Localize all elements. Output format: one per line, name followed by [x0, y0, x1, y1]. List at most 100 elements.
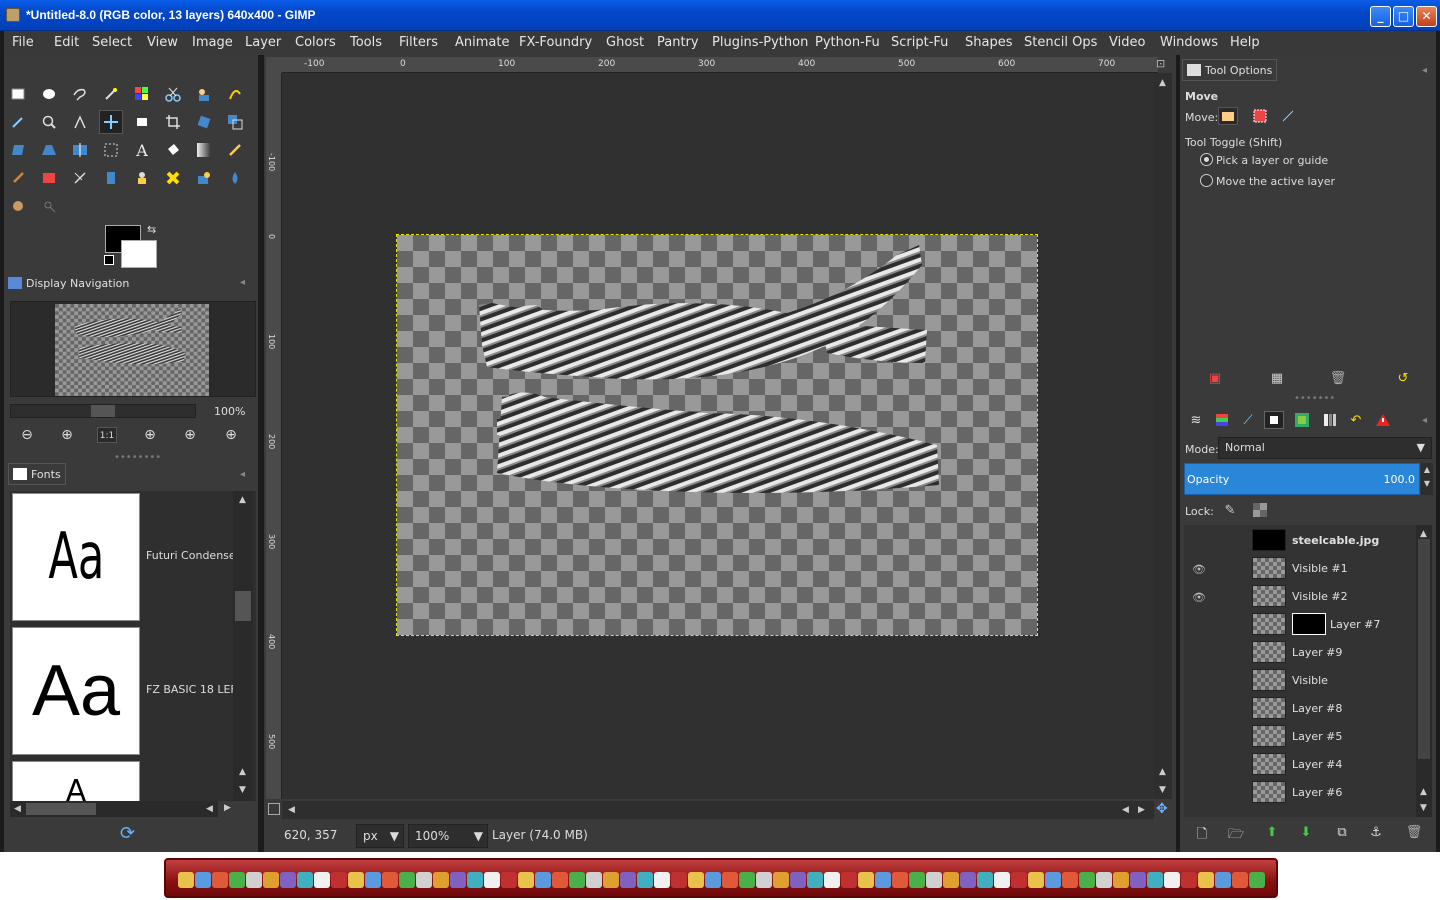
quick-launch-icon[interactable]	[1198, 872, 1214, 888]
quick-launch-icon[interactable]	[569, 872, 585, 888]
quick-launch-icon[interactable]	[1215, 872, 1231, 888]
quick-launch-icon[interactable]	[1249, 872, 1265, 888]
zoom-out-icon[interactable]: ⊖	[17, 427, 37, 443]
quick-launch-icon[interactable]	[535, 872, 551, 888]
blend-tool-icon[interactable]	[192, 138, 216, 162]
gradients-tab-icon[interactable]	[1320, 411, 1340, 429]
quick-launch-icon[interactable]	[654, 872, 670, 888]
horizontal-ruler[interactable]: -100 0 100 200 300 400 500 600 700	[282, 57, 1158, 73]
quick-launch-icon[interactable]	[1181, 872, 1197, 888]
rotate-tool-icon[interactable]	[192, 110, 216, 134]
menu-colors[interactable]: Colors	[295, 35, 336, 50]
reset-tool-options-icon[interactable]: ↺	[1393, 369, 1413, 387]
flip-tool-icon[interactable]	[68, 138, 92, 162]
layer-row[interactable]: 👁 Visible #2	[1184, 583, 1416, 611]
quick-launch-icon[interactable]	[331, 872, 347, 888]
quick-launch-icon[interactable]	[807, 872, 823, 888]
opacity-spinner[interactable]: ▲ ▼	[1421, 463, 1433, 495]
quick-launch-icon[interactable]	[195, 872, 211, 888]
smudge-tool-icon[interactable]	[6, 194, 30, 218]
quick-launch-icon[interactable]	[314, 872, 330, 888]
menu-select[interactable]: Select	[92, 35, 132, 50]
quick-launch-icon[interactable]	[450, 872, 466, 888]
background-color-swatch[interactable]	[121, 240, 157, 268]
measure-tool-icon[interactable]	[68, 110, 92, 134]
bucket-fill-tool-icon[interactable]	[161, 138, 185, 162]
new-layer-group-icon[interactable]: 🗁	[1226, 825, 1246, 843]
layer-row[interactable]: Layer #8	[1184, 695, 1416, 723]
quick-launch-icon[interactable]	[263, 872, 279, 888]
quick-launch-icon[interactable]	[501, 872, 517, 888]
menu-tools[interactable]: Tools	[350, 35, 382, 50]
zoom-in-icon[interactable]: ⊕	[57, 427, 77, 443]
opacity-slider[interactable]: Opacity 100.0	[1184, 463, 1420, 495]
quick-launch-icon[interactable]	[1062, 872, 1078, 888]
lock-pixels-icon[interactable]: ✎	[1220, 501, 1240, 519]
scroll-right-arrow[interactable]: ▶	[224, 803, 231, 813]
menu-shapes[interactable]: Shapes	[965, 35, 1012, 50]
anchor-layer-icon[interactable]: ⚓	[1366, 825, 1386, 843]
quick-launch-icon[interactable]	[1147, 872, 1163, 888]
perspective-clone-tool-icon[interactable]	[192, 166, 216, 190]
blur-sharpen-tool-icon[interactable]	[223, 166, 247, 190]
quick-launch-icon[interactable]	[212, 872, 228, 888]
quick-launch-icon[interactable]	[620, 872, 636, 888]
layers-scrollbar[interactable]: ▲ ▲ ▼	[1416, 525, 1432, 817]
quick-launch-icon[interactable]	[399, 872, 415, 888]
layer-row[interactable]: steelcable.jpg	[1184, 527, 1416, 555]
quick-launch-icon[interactable]	[382, 872, 398, 888]
font-item[interactable]: Aa Futuri Condensed	[10, 491, 243, 621]
quick-launch-icon[interactable]	[671, 872, 687, 888]
quick-launch-icon[interactable]	[348, 872, 364, 888]
layer-row[interactable]: Layer #7	[1184, 611, 1416, 639]
clone-tool-icon[interactable]	[130, 166, 154, 190]
raise-layer-icon[interactable]: ⬆	[1262, 825, 1282, 843]
menu-ghost[interactable]: Ghost	[606, 35, 644, 50]
quick-launch-icon[interactable]	[892, 872, 908, 888]
tab-fonts[interactable]: Fonts	[8, 463, 66, 485]
canvas-viewport[interactable]	[282, 73, 1154, 799]
zoom-slider[interactable]	[10, 404, 196, 418]
quick-launch-icon[interactable]	[416, 872, 432, 888]
histogram-tab-icon[interactable]	[1292, 411, 1312, 429]
ink-tool-icon[interactable]	[99, 166, 123, 190]
quick-launch-icon[interactable]	[824, 872, 840, 888]
duplicate-layer-icon[interactable]: ⧉	[1332, 825, 1352, 843]
error-console-tab-icon[interactable]	[1373, 411, 1393, 429]
quick-launch-icon[interactable]	[705, 872, 721, 888]
menu-file[interactable]: File	[12, 35, 34, 50]
lock-alpha-icon[interactable]	[1250, 501, 1270, 519]
menu-help[interactable]: Help	[1230, 35, 1260, 50]
quick-launch-icon[interactable]	[365, 872, 381, 888]
quick-launch-icon[interactable]	[960, 872, 976, 888]
menu-python-fu[interactable]: Python-Fu	[815, 35, 880, 50]
zoom-select[interactable]: 100% ▼	[408, 824, 488, 848]
menu-video[interactable]: Video	[1109, 35, 1145, 50]
refresh-fonts-icon[interactable]: ⟳	[120, 823, 135, 844]
cage-transform-tool-icon[interactable]	[99, 138, 123, 162]
restore-tool-preset-icon[interactable]: ▦	[1267, 369, 1287, 387]
menu-image[interactable]: Image	[192, 35, 233, 50]
lower-layer-icon[interactable]: ⬇	[1296, 825, 1316, 843]
font-item[interactable]: Aa FZ BASIC 18 LEF	[10, 625, 237, 755]
quick-launch-icon[interactable]	[246, 872, 262, 888]
delete-layer-icon[interactable]: 🗑	[1404, 825, 1424, 843]
eraser-tool-icon[interactable]	[37, 166, 61, 190]
quick-launch-icon[interactable]	[280, 872, 296, 888]
zoom-slider-handle[interactable]	[91, 405, 115, 417]
font-item[interactable]: A	[10, 759, 236, 801]
minimize-button[interactable]: _	[1370, 6, 1391, 27]
pencil-tool-icon[interactable]	[223, 138, 247, 162]
zoom-fill-window-icon[interactable]: ⊕	[180, 427, 200, 443]
delete-tool-preset-icon[interactable]: 🗑	[1328, 369, 1348, 387]
swap-colors-icon[interactable]: ⇆	[147, 223, 156, 236]
quick-launch-icon[interactable]	[297, 872, 313, 888]
quick-launch-icon[interactable]	[841, 872, 857, 888]
color-picker-tool-icon[interactable]	[6, 110, 30, 134]
free-select-tool-icon[interactable]	[68, 82, 92, 106]
heal-tool-icon[interactable]	[161, 166, 185, 190]
navigation-preview[interactable]	[10, 301, 256, 397]
dock-menu-icon[interactable]: ◂	[240, 469, 245, 480]
channels-tab-icon[interactable]	[1212, 411, 1232, 429]
ellipse-select-tool-icon[interactable]	[37, 82, 61, 106]
